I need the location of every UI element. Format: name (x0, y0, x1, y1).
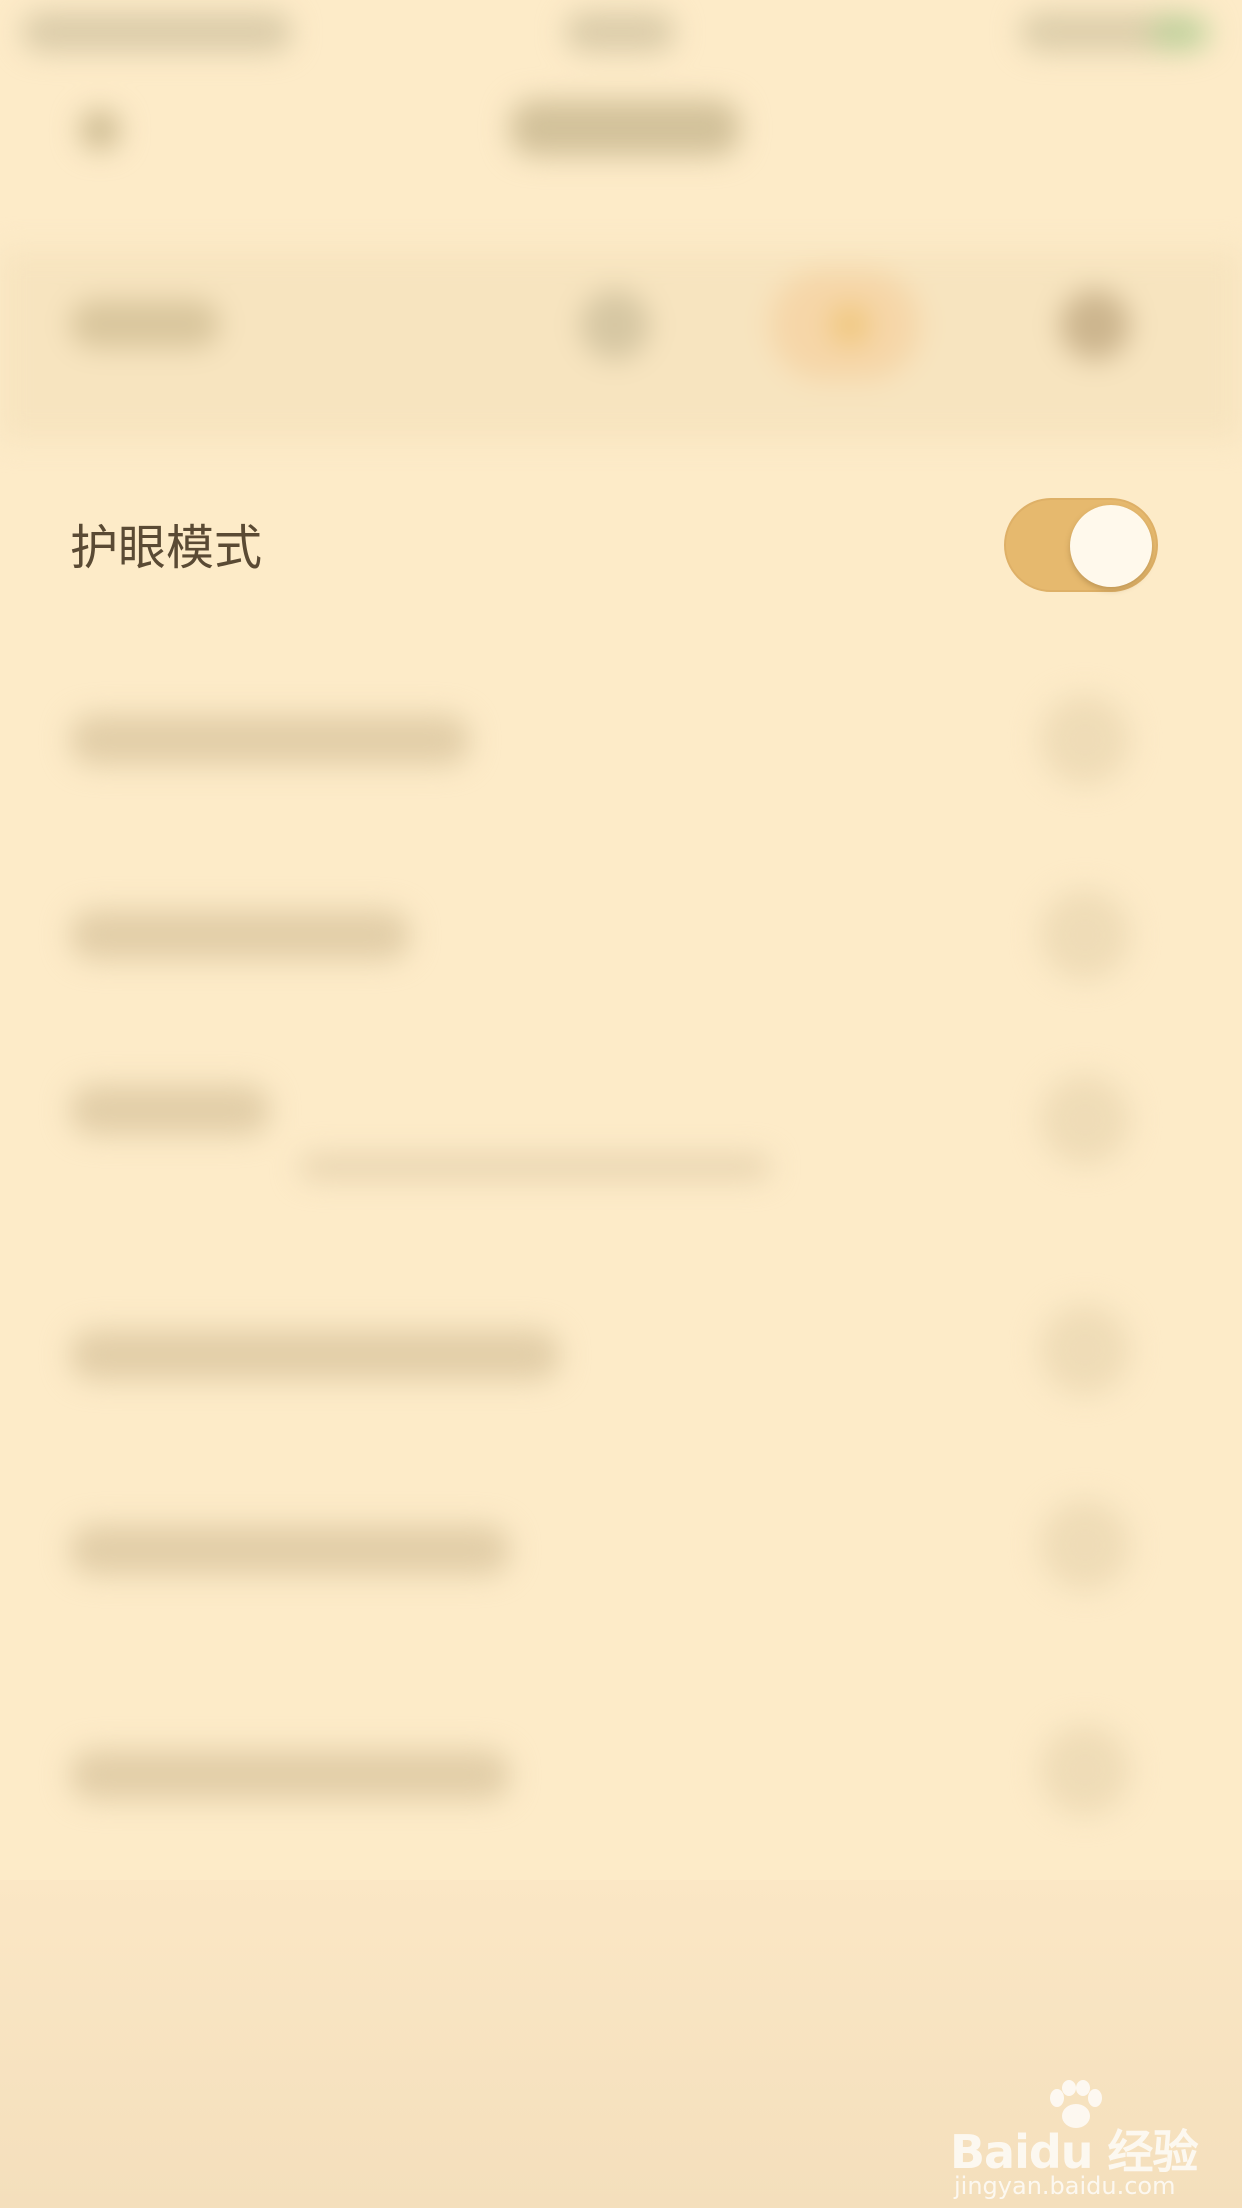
setting-row-blur (70, 1085, 270, 1135)
status-bar-left-blur (22, 12, 292, 52)
blurred-background (0, 0, 1242, 2208)
toggle-knob (1070, 505, 1152, 587)
watermark-url: jingyan.baidu.com (954, 2172, 1176, 2200)
theme-label-blur (70, 300, 220, 348)
theme-option-icon (1060, 290, 1130, 360)
setting-switch-blur (1040, 1305, 1130, 1395)
eye-protection-label: 护眼模式 (70, 520, 263, 576)
status-bar-right-blur (1020, 12, 1200, 52)
back-icon (80, 110, 120, 150)
theme-option-dot-icon (830, 305, 870, 345)
setting-row-blur (70, 910, 410, 960)
battery-icon (1150, 16, 1210, 50)
setting-switch-blur (1040, 890, 1130, 980)
setting-switch-blur (1040, 695, 1130, 785)
setting-row-blur (70, 1525, 510, 1575)
eye-protection-toggle[interactable] (1004, 498, 1158, 592)
eye-protection-row: 护眼模式 (0, 480, 1242, 610)
baidu-jingyan-watermark: Baidu 经验 jingyan.baidu.com (950, 2080, 1199, 2200)
theme-option-icon (580, 290, 650, 360)
setting-switch-blur (1040, 1500, 1130, 1590)
theme-strip-blur (0, 250, 1242, 440)
setting-switch-blur (1040, 1725, 1130, 1815)
setting-row-blur (70, 715, 470, 765)
setting-row-subtitle-blur (300, 1155, 770, 1179)
nav-title-blur (510, 100, 740, 156)
setting-row-blur (70, 1750, 510, 1800)
setting-row-blur (70, 1330, 560, 1380)
status-bar-time-blur (565, 12, 675, 52)
setting-switch-blur (1040, 1075, 1130, 1165)
theme-option-selected-icon (770, 270, 920, 380)
